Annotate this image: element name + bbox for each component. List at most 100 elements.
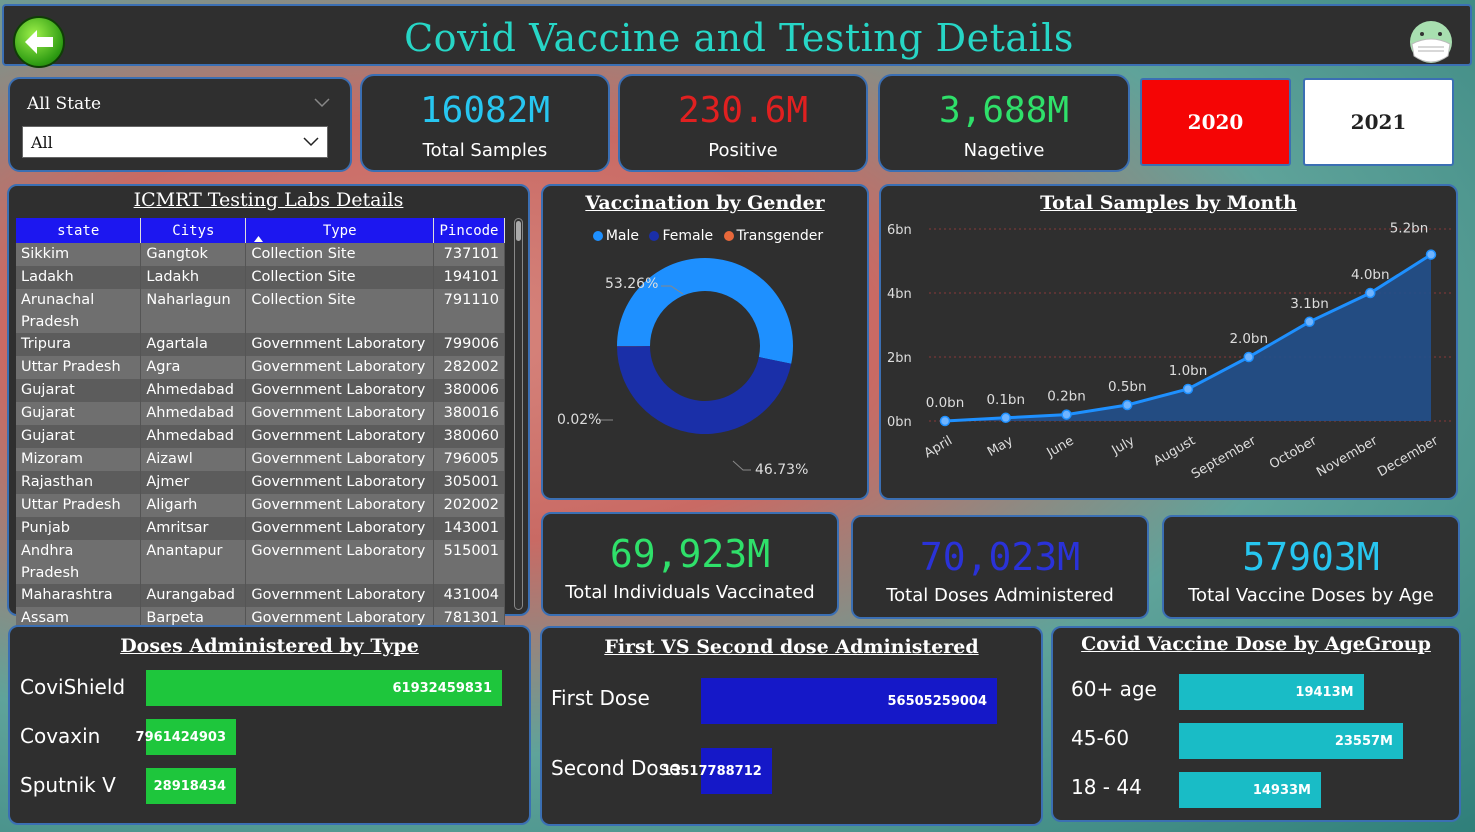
y-tick-label: 4bn bbox=[887, 287, 912, 302]
bar-2[interactable]: 14933M bbox=[1179, 772, 1321, 808]
bar-1[interactable]: 7961424903 bbox=[136, 719, 236, 755]
legend-label: Female bbox=[662, 228, 714, 244]
data-point[interactable] bbox=[1122, 399, 1133, 411]
bar-label: 18 - 44 bbox=[1071, 775, 1142, 799]
legend-label: Transgender bbox=[736, 228, 824, 244]
table-row[interactable]: Uttar Pradesh Agra Government Laboratory 28… bbox=[16, 356, 506, 379]
month-chart-title: Total Samples by Month bbox=[1040, 192, 1297, 214]
bar-2[interactable]: 28918434 bbox=[146, 768, 236, 804]
data-point[interactable] bbox=[1304, 316, 1315, 328]
x-tick-label: July bbox=[1109, 433, 1138, 458]
first-vs-second-title: First VS Second dose Administered bbox=[604, 636, 979, 658]
cell-state: Uttar Pradesh bbox=[16, 494, 142, 517]
cell-city: Ahmedabad bbox=[140, 425, 247, 448]
bar-value-label: 19413M bbox=[1295, 684, 1354, 700]
table-row[interactable]: Gujarat Ahmedabad Government Laboratory 380… bbox=[16, 425, 506, 448]
donut-slice-female[interactable] bbox=[617, 346, 792, 434]
column-header-state[interactable]: state bbox=[16, 218, 142, 243]
column-header-citys[interactable]: Citys bbox=[140, 218, 247, 243]
table-row[interactable]: Rajasthan Ajmer Government Laboratory 30500… bbox=[16, 471, 506, 494]
data-point[interactable] bbox=[1425, 249, 1437, 260]
table-row[interactable]: Maharashtra Aurangabad Government Laborato… bbox=[16, 584, 506, 607]
kpi-label: Total Samples bbox=[422, 140, 548, 161]
table-row[interactable]: Andhra Pradesh Anantapur Government Labora… bbox=[16, 540, 506, 584]
table-row[interactable]: Sikkim Gangtok Collection Site 737101 bbox=[16, 243, 506, 266]
bar-label: Sputnik V bbox=[20, 773, 116, 797]
x-tick-label: August bbox=[1151, 433, 1198, 469]
data-point[interactable] bbox=[1182, 383, 1194, 395]
cell-city: Agartala bbox=[140, 333, 247, 356]
kpi-label: Total Doses Administered bbox=[886, 585, 1114, 606]
bar-label: CoviShield bbox=[20, 675, 126, 699]
cell-pincode: 380006 bbox=[433, 379, 506, 402]
column-header-pincode[interactable]: Pincode bbox=[433, 218, 506, 243]
x-tick-label: December bbox=[1375, 433, 1441, 480]
bar-1[interactable]: 13517788712 bbox=[662, 748, 772, 794]
state-dropdown[interactable]: All bbox=[22, 126, 328, 158]
kpi-positive: 230.6M Positive bbox=[618, 74, 868, 172]
scrollbar-thumb[interactable] bbox=[516, 221, 521, 241]
data-label: 0.2bn bbox=[1047, 389, 1086, 405]
legend-item-transgender[interactable]: Transgender bbox=[718, 228, 824, 244]
bar-1[interactable]: 23557M bbox=[1179, 723, 1403, 759]
sort-ascending-icon bbox=[254, 236, 264, 242]
year-2020-button[interactable]: 2020 bbox=[1140, 78, 1291, 166]
samples-by-month-chart: 0bn 2bn 4bn 6bn 0.0bn April 0.1bn May 0.2bn June 0… bbox=[887, 221, 1451, 482]
table-scrollbar[interactable] bbox=[514, 218, 523, 610]
y-tick-label: 0bn bbox=[887, 415, 912, 430]
doses-by-type-panel: Doses Administered by Type CoviShield Co… bbox=[8, 625, 531, 825]
table-row[interactable]: Ladakh Ladakh Collection Site 194101 bbox=[16, 266, 506, 289]
table-row[interactable]: Punjab Amritsar Government Laboratory 14300… bbox=[16, 517, 506, 540]
legend-item-male[interactable]: Male bbox=[587, 228, 639, 244]
table-row[interactable]: Arunachal Pradesh Naharlagun Collection Si… bbox=[16, 289, 506, 333]
chevron-down-icon[interactable] bbox=[314, 93, 330, 112]
data-point[interactable] bbox=[939, 415, 951, 427]
data-point[interactable] bbox=[1365, 287, 1376, 299]
cell-pincode: 282002 bbox=[433, 356, 506, 379]
cell-pincode: 796005 bbox=[433, 448, 506, 471]
x-tick-label: April bbox=[922, 433, 955, 461]
cell-type: Government Laboratory bbox=[245, 448, 434, 471]
table-row[interactable]: Tripura Agartala Government Laboratory 7990… bbox=[16, 333, 506, 356]
table-row[interactable]: Mizoram Aizawl Government Laboratory 796005 bbox=[16, 448, 506, 471]
data-point[interactable] bbox=[1061, 409, 1072, 420]
cell-state: Maharashtra bbox=[16, 584, 142, 607]
data-point[interactable] bbox=[1243, 351, 1254, 363]
cell-type: Government Laboratory bbox=[245, 471, 434, 494]
data-point[interactable] bbox=[1000, 412, 1011, 424]
year-2021-button[interactable]: 2021 bbox=[1303, 78, 1454, 166]
y-tick-label: 6bn bbox=[887, 223, 912, 238]
mask-icon bbox=[1408, 18, 1454, 68]
cell-type: Government Laboratory bbox=[245, 584, 434, 607]
x-tick-label: November bbox=[1314, 433, 1381, 480]
donut-data-label: 0.02% bbox=[557, 412, 601, 428]
column-header-type[interactable]: Type bbox=[245, 218, 434, 243]
kpi-doses-by-age: 57903M Total Vaccine Doses by Age bbox=[1162, 515, 1460, 619]
cell-state: Tripura bbox=[16, 333, 142, 356]
donut-leader-line bbox=[732, 460, 751, 471]
bar-0[interactable]: 19413M bbox=[1179, 674, 1364, 710]
labs-table-panel: ICMRT Testing Labs Details state Citys T… bbox=[7, 184, 530, 630]
bar-0[interactable]: 61932459831 bbox=[146, 670, 502, 706]
labs-table: state Citys Type Pincode Sikkim Gangtok Co… bbox=[16, 218, 506, 630]
age-group-panel: Covid Vaccine Dose by AgeGroup 60+ age 4… bbox=[1051, 626, 1461, 822]
cell-type: Government Laboratory bbox=[245, 425, 434, 448]
kpi-value: 57903M bbox=[1242, 535, 1380, 579]
cell-state: Ladakh bbox=[16, 266, 142, 289]
kpi-individuals-vaccinated: 69,923M Total Individuals Vaccinated bbox=[541, 512, 839, 616]
table-row[interactable]: Uttar Pradesh Aligarh Government Laborator… bbox=[16, 494, 506, 517]
table-row[interactable]: Gujarat Ahmedabad Government Laboratory 380… bbox=[16, 402, 506, 425]
cell-city: Anantapur bbox=[140, 540, 247, 584]
cell-state: Arunachal Pradesh bbox=[16, 289, 142, 333]
kpi-total-samples: 16082M Total Samples bbox=[360, 74, 610, 172]
cell-type: Collection Site bbox=[245, 266, 434, 289]
cell-pincode: 791110 bbox=[433, 289, 506, 333]
table-row[interactable]: Gujarat Ahmedabad Government Laboratory 380… bbox=[16, 379, 506, 402]
legend-item-female[interactable]: Female bbox=[643, 228, 713, 244]
bar-value-label: 61932459831 bbox=[392, 680, 493, 696]
kpi-value: 69,923M bbox=[609, 532, 771, 576]
bar-0[interactable]: 56505259004 bbox=[701, 678, 997, 724]
cell-type: Government Laboratory bbox=[245, 540, 434, 584]
cell-pincode: 799006 bbox=[433, 333, 506, 356]
data-label: 2.0bn bbox=[1229, 331, 1268, 347]
